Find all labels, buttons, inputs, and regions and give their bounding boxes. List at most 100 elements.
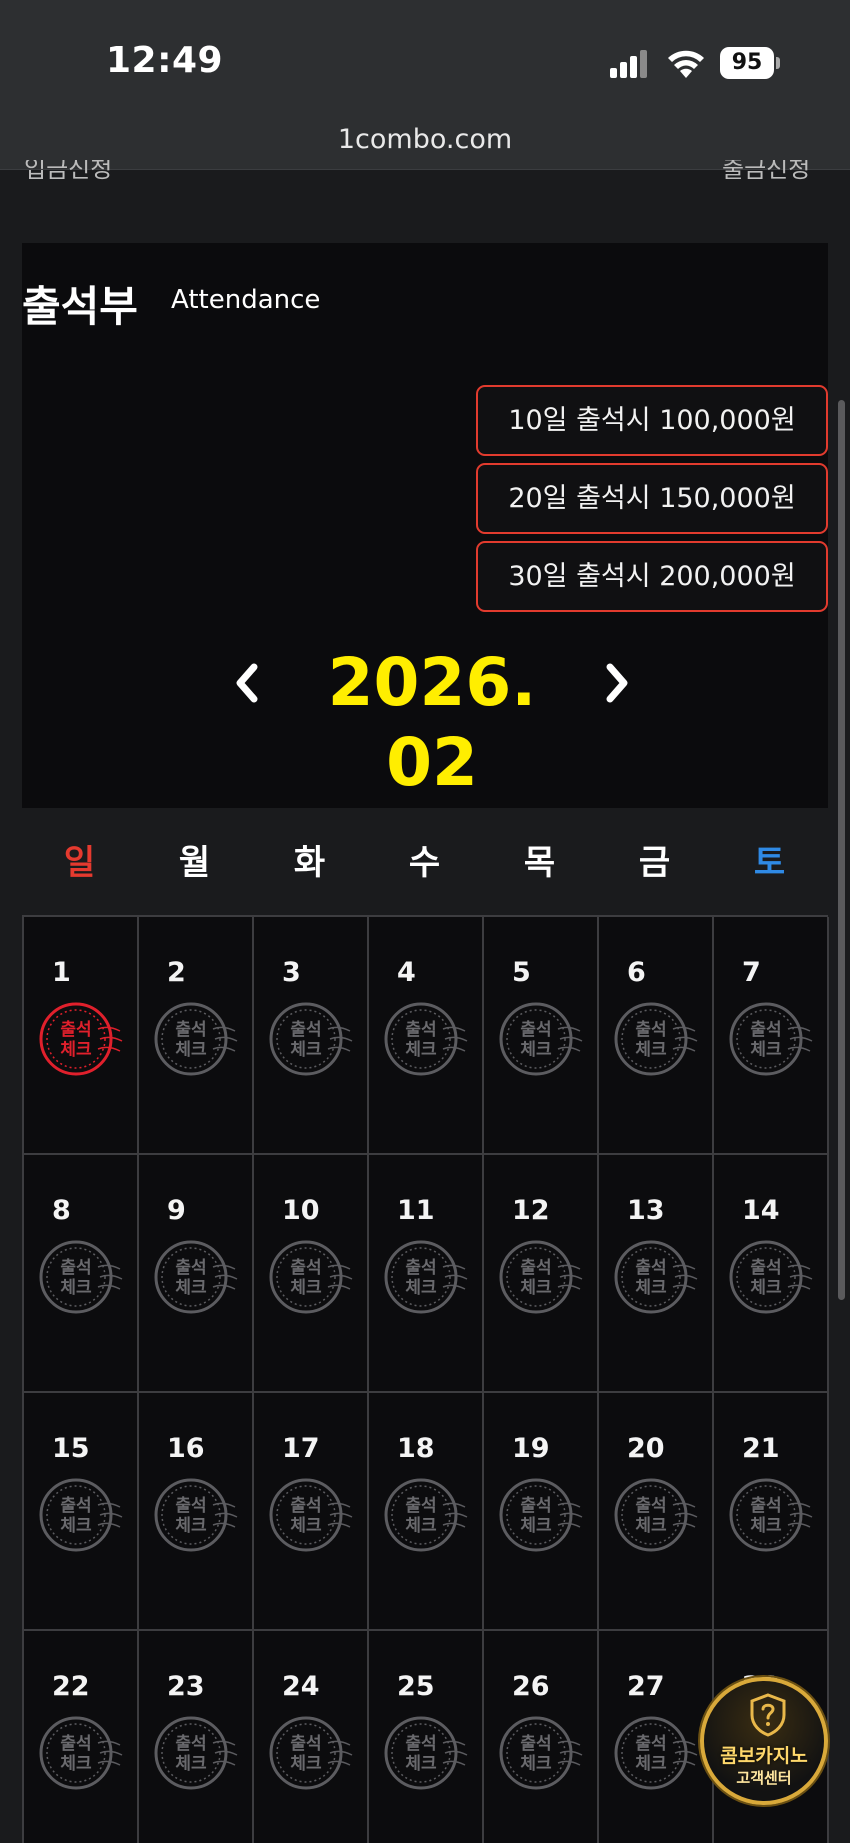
weekday-sat: 토	[753, 843, 786, 883]
calendar-day-cell[interactable]: 8 출석 체크	[24, 1155, 139, 1393]
calendar-day-number: 18	[397, 1433, 435, 1464]
calendar-day-number: 22	[52, 1671, 90, 1702]
calendar-day-cell[interactable]: 12 출석 체크	[484, 1155, 599, 1393]
calendar-day-cell[interactable]: 15 출석 체크	[24, 1393, 139, 1631]
stamp-text-bottom: 체크	[520, 1278, 552, 1298]
calendar-day-cell[interactable]: 20 출석 체크	[599, 1393, 714, 1631]
prev-month-button[interactable]	[222, 643, 272, 723]
deposit-link-cut[interactable]: 입금신청	[24, 160, 134, 180]
withdraw-link-cut[interactable]: 출금신청	[722, 160, 832, 180]
calendar-day-number: 10	[282, 1195, 320, 1226]
calendar-day-cell[interactable]: 1 출석 체크	[24, 917, 139, 1155]
calendar-day-cell[interactable]: 13 출석 체크	[599, 1155, 714, 1393]
customer-center-button[interactable]: 콤보카지노 고객센터	[700, 1677, 828, 1805]
calendar-day-cell[interactable]: 14 출석 체크	[714, 1155, 829, 1393]
customer-center-brand: 콤보카지노	[720, 1745, 808, 1767]
page-title: 출석부	[22, 282, 138, 331]
attendance-stamp-icon: 출석체크	[39, 1716, 123, 1790]
attendance-stamp-icon: 출석체크	[614, 1716, 698, 1790]
calendar-day-number: 2	[167, 957, 186, 988]
stamp-text-bottom: 체크	[405, 1278, 437, 1298]
calendar-day-cell[interactable]: 2 출석 체크	[139, 917, 254, 1155]
weekday-sun: 일	[63, 843, 96, 883]
stamp-text-bottom: 체크	[750, 1040, 782, 1060]
calendar-day-cell[interactable]: 17 출석 체크	[254, 1393, 369, 1631]
stamp-text-bottom: 체크	[60, 1754, 92, 1774]
reward-10-days: 10일 출석시 100,000원	[476, 385, 828, 456]
calendar-day-cell[interactable]: 6 출석 체크	[599, 917, 714, 1155]
calendar-grid: 1 출석 체크 2 출석 체크 3 출석 체크 4 출석 체크 5 출석 체크 6 출석 체크 7 출석 체크 8 출석 체크…	[22, 915, 829, 1843]
attendance-stamp-icon: 출석체크	[39, 1240, 123, 1314]
calendar-day-number: 24	[282, 1671, 320, 1702]
attendance-stamp-icon: 출석체크	[269, 1240, 353, 1314]
stamp-text-top: 출석	[175, 1258, 206, 1278]
attendance-stamp-icon: 출석체크	[729, 1002, 813, 1076]
calendar-day-cell[interactable]: 5 출석 체크	[484, 917, 599, 1155]
stamp-text-top: 출석	[405, 1258, 436, 1278]
calendar-day-number: 16	[167, 1433, 205, 1464]
calendar-day-number: 8	[52, 1195, 71, 1226]
next-month-button[interactable]	[592, 643, 642, 723]
attendance-stamp-icon: 출석체크	[269, 1002, 353, 1076]
stamp-text-top: 출석	[175, 1496, 206, 1516]
stamp-text-top: 출석	[175, 1734, 206, 1754]
calendar-day-cell[interactable]: 24 출석 체크	[254, 1631, 369, 1843]
stamp-text-top: 출석	[60, 1496, 91, 1516]
stamp-text-bottom: 체크	[520, 1754, 552, 1774]
calendar-day-cell[interactable]: 23 출석 체크	[139, 1631, 254, 1843]
calendar-day-cell[interactable]: 10 출석 체크	[254, 1155, 369, 1393]
page-subtitle: Attendance	[171, 285, 321, 315]
stamp-text-top: 출석	[635, 1258, 666, 1278]
attendance-stamp-icon: 출석체크	[614, 1240, 698, 1314]
calendar-day-cell[interactable]: 3 출석 체크	[254, 917, 369, 1155]
stamp-text-top: 출석	[60, 1258, 91, 1278]
calendar-day-cell[interactable]: 19 출석 체크	[484, 1393, 599, 1631]
stamp-text-top: 출석	[290, 1258, 321, 1278]
calendar-day-cell[interactable]: 4 출석 체크	[369, 917, 484, 1155]
attendance-stamp-icon: 출석체크	[384, 1716, 468, 1790]
attendance-panel: 출석부 Attendance 10일 출석시 100,000원 20일 출석시 …	[22, 243, 828, 808]
attendance-stamp-icon: 출석체크	[269, 1478, 353, 1552]
calendar-day-number: 25	[397, 1671, 435, 1702]
attendance-stamp-icon: 출석체크	[384, 1002, 468, 1076]
stamp-text-bottom: 체크	[175, 1040, 207, 1060]
stamp-text-top: 출석	[520, 1020, 551, 1040]
weekday-fri: 금	[638, 843, 671, 883]
calendar-day-number: 26	[512, 1671, 550, 1702]
stamp-text-top: 출석	[60, 1020, 91, 1040]
calendar-day-cell[interactable]: 27 출석 체크	[599, 1631, 714, 1843]
calendar-day-cell[interactable]: 9 출석 체크	[139, 1155, 254, 1393]
weekday-wed: 수	[408, 843, 441, 883]
current-month: 2026. 02	[327, 644, 537, 801]
url-bar[interactable]: 1combo.com	[0, 124, 850, 155]
calendar-day-number: 1	[52, 957, 71, 988]
calendar-day-number: 3	[282, 957, 301, 988]
customer-center-label: 고객센터	[736, 1769, 792, 1787]
stamp-text-top: 출석	[750, 1258, 781, 1278]
calendar-day-cell[interactable]: 18 출석 체크	[369, 1393, 484, 1631]
stamp-text-top: 출석	[405, 1020, 436, 1040]
calendar-day-number: 4	[397, 957, 416, 988]
attendance-stamp-icon: 출석체크	[499, 1002, 583, 1076]
stamp-text-bottom: 체크	[290, 1278, 322, 1298]
calendar-day-number: 14	[742, 1195, 780, 1226]
calendar-day-cell[interactable]: 26 출석 체크	[484, 1631, 599, 1843]
calendar-day-cell[interactable]: 22 출석 체크	[24, 1631, 139, 1843]
stamp-text-top: 출석	[520, 1258, 551, 1278]
stamp-text-bottom: 체크	[290, 1040, 322, 1060]
attendance-stamp-icon: 출석체크	[729, 1478, 813, 1552]
calendar-day-cell[interactable]: 16 출석 체크	[139, 1393, 254, 1631]
stamp-text-top: 출석	[290, 1020, 321, 1040]
calendar-day-number: 27	[627, 1671, 665, 1702]
calendar-day-number: 19	[512, 1433, 550, 1464]
calendar-day-cell[interactable]: 11 출석 체크	[369, 1155, 484, 1393]
calendar-day-cell[interactable]: 21 출석 체크	[714, 1393, 829, 1631]
stamp-text-top: 출석	[290, 1496, 321, 1516]
calendar-day-number: 7	[742, 957, 761, 988]
stamp-text-bottom: 체크	[405, 1754, 437, 1774]
page-scrollbar[interactable]	[838, 400, 845, 1300]
attendance-stamp-icon: 출석체크	[614, 1478, 698, 1552]
calendar-day-cell[interactable]: 25 출석 체크	[369, 1631, 484, 1843]
calendar-day-cell[interactable]: 7 출석 체크	[714, 917, 829, 1155]
attendance-stamp-icon: 출석체크	[499, 1716, 583, 1790]
